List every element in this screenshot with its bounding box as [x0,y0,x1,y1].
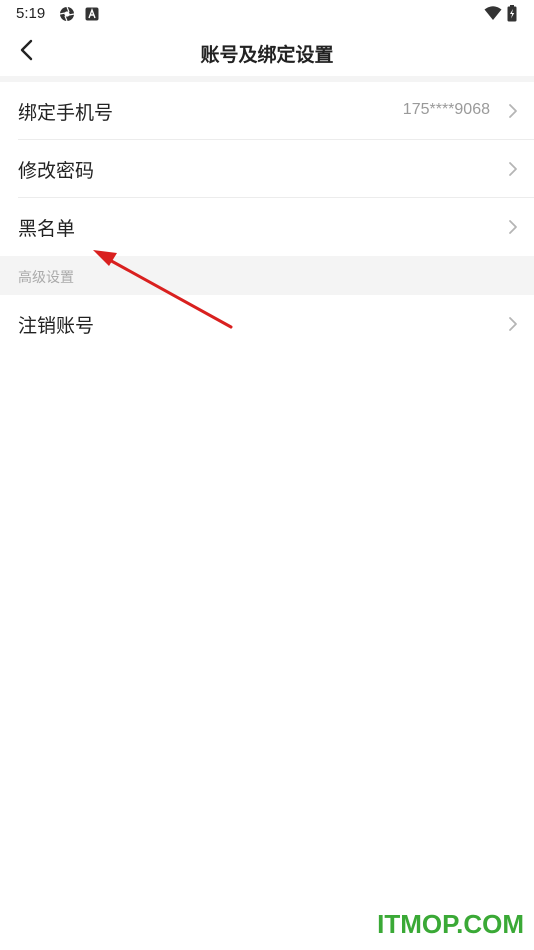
change-password-label: 修改密码 [18,160,95,182]
app-bar: 账号及绑定设置 [0,28,534,76]
cancel-account-label: 注销账号 [18,315,95,337]
chevron-right-icon [508,161,518,177]
page-title: 账号及绑定设置 [200,44,334,66]
blacklist-label: 黑名单 [18,218,76,240]
cancel-account-row[interactable]: 注销账号 [0,295,534,353]
chevron-right-icon [508,103,518,119]
a-box-icon [85,6,101,22]
aperture-icon [59,6,75,22]
phone-number-value: 175****9068 [402,101,490,118]
bind-phone-row[interactable]: 绑定手机号 175****9068 [0,82,534,140]
chevron-right-icon [508,219,518,235]
wifi-icon [484,5,502,21]
blacklist-row[interactable]: 黑名单 [0,198,534,256]
status-time: 5:19 [16,5,46,22]
bind-phone-label: 绑定手机号 [18,102,114,124]
advanced-section-header: 高级设置 [0,256,534,295]
watermark: ITMOP.COM [377,909,524,939]
status-bar: 5:19 [0,0,534,28]
advanced-section-label: 高级设置 [18,270,74,286]
battery-icon [507,5,523,22]
chevron-right-icon [508,316,518,332]
change-password-row[interactable]: 修改密码 [0,140,534,198]
